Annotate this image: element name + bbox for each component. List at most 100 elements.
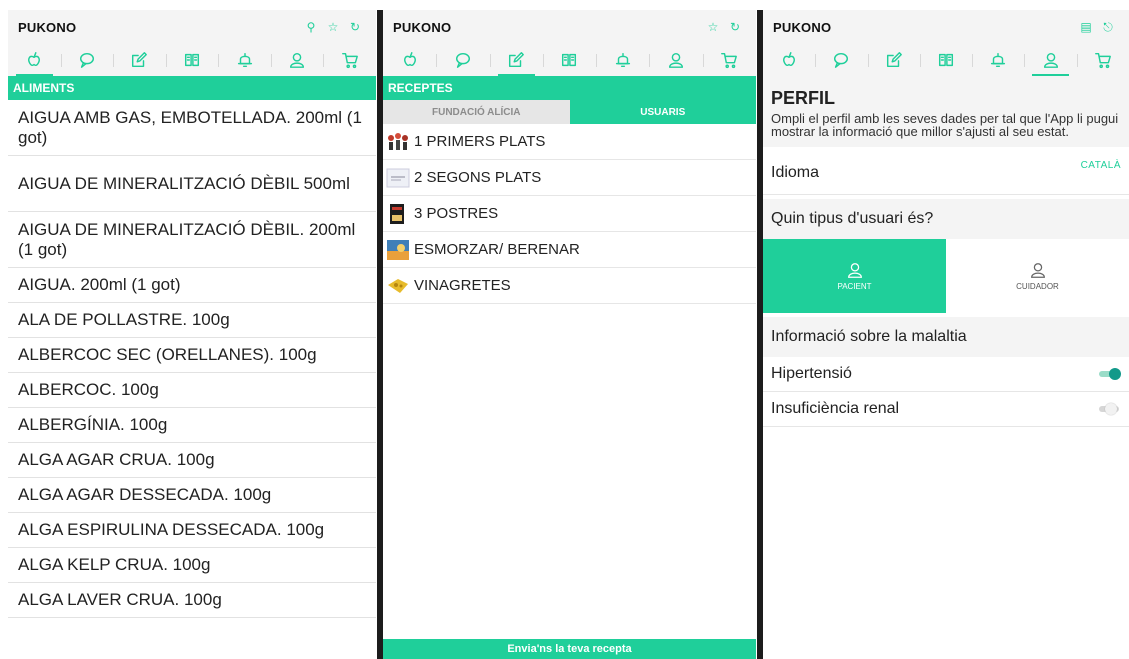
apple-icon xyxy=(783,52,796,67)
edit-icon xyxy=(886,52,902,68)
tab-recipes[interactable] xyxy=(165,44,219,76)
tab-notifications[interactable] xyxy=(596,44,649,76)
bell-icon xyxy=(615,52,630,68)
recipe-list: 1 PRIMERS PLATS 2 SEGONS PLATS 3 POSTRES… xyxy=(383,124,756,304)
page-title: PERFIL xyxy=(771,88,836,108)
recipe-category-desserts[interactable]: 3 POSTRES xyxy=(383,196,756,232)
list-item[interactable]: AIGUA DE MINERALITZACIÓ DÈBIL. 200ml (1 … xyxy=(8,212,376,268)
star-icon[interactable]: ☆ xyxy=(702,20,724,34)
hypertension-toggle[interactable] xyxy=(1099,368,1121,380)
foods-panel: PUKONO ⚲ ☆ ↻ ALIMENTS AIGUA AMB GAS, EMB… xyxy=(8,10,376,659)
book-icon xyxy=(562,53,577,67)
submit-recipe-button[interactable]: Envia'ns la teva recepta xyxy=(383,639,756,659)
tab-edit[interactable] xyxy=(867,44,920,76)
tab-recipes[interactable] xyxy=(542,44,596,76)
recipe-category-vinaigrettes[interactable]: VINAGRETES xyxy=(383,268,756,304)
tab-edit[interactable] xyxy=(113,44,166,76)
apple-icon xyxy=(28,52,41,67)
recipes-section-header: RECEPTES xyxy=(383,76,756,100)
vinaigrette-thumb-icon xyxy=(388,278,408,293)
list-item[interactable]: ALGA LAVER CRUA. 100g xyxy=(8,583,376,618)
dessert-thumb-icon xyxy=(390,203,404,224)
tab-edit[interactable] xyxy=(489,44,543,76)
language-row: Idioma CATALÀ xyxy=(763,152,1129,195)
list-item[interactable]: ALA DE POLLASTRE. 100g xyxy=(8,303,376,338)
tab-profile[interactable] xyxy=(1024,44,1076,76)
list-item[interactable]: ALGA AGAR DESSECADA. 100g xyxy=(8,478,376,513)
condition-row-renal-insufficiency: Insuficiència renal xyxy=(763,392,1129,427)
list-item[interactable]: AIGUA AMB GAS, EMBOTELLADA. 200ml (1 got… xyxy=(8,100,376,156)
tab-cart[interactable] xyxy=(702,44,756,76)
list-item[interactable]: ALGA ESPIRULINA DESSECADA. 100g xyxy=(8,513,376,548)
bell-icon xyxy=(991,52,1006,68)
recipe-category-breakfast[interactable]: ESMORZAR/ BERENAR xyxy=(383,232,756,268)
food-list: AIGUA AMB GAS, EMBOTELLADA. 200ml (1 got… xyxy=(8,100,376,618)
foods-section-header: ALIMENTS xyxy=(8,76,376,100)
tab-cart[interactable] xyxy=(1076,44,1129,76)
user-icon xyxy=(669,52,684,68)
tab-bar xyxy=(763,44,1129,76)
recipe-category-first-courses[interactable]: 1 PRIMERS PLATS xyxy=(383,124,756,160)
chat-bubble-icon xyxy=(79,52,94,68)
cart-icon xyxy=(1094,52,1111,69)
refresh-icon[interactable]: ↻ xyxy=(344,20,366,34)
edit-icon xyxy=(509,52,525,68)
list-item[interactable]: ALBERGÍNIA. 100g xyxy=(8,408,376,443)
recipe-category-label: VINAGRETES xyxy=(414,277,511,294)
list-item[interactable]: AIGUA DE MINERALITZACIÓ DÈBIL 500ml xyxy=(8,156,376,212)
tab-foods[interactable] xyxy=(383,44,436,76)
notes-icon[interactable]: ▤ xyxy=(1075,20,1097,34)
caregiver-option-button[interactable]: CUIDADOR xyxy=(946,239,1129,313)
tab-foods[interactable] xyxy=(8,44,61,76)
list-item[interactable]: ALGA AGAR CRUA. 100g xyxy=(8,443,376,478)
apple-icon xyxy=(403,52,416,67)
tab-chat[interactable] xyxy=(815,44,867,76)
share-icon[interactable]: ⎋ xyxy=(1097,20,1119,35)
list-item[interactable]: ALBERCOC SEC (ORELLANES). 100g xyxy=(8,338,376,373)
user-icon xyxy=(290,52,305,68)
condition-label: Hipertensió xyxy=(771,365,852,382)
recipe-category-label: ESMORZAR/ BERENAR xyxy=(414,241,580,258)
tab-chat[interactable] xyxy=(436,44,489,76)
tab-usuaris[interactable]: USUARIS xyxy=(569,100,756,124)
recipes-panel: PUKONO ☆ ↻ RECEPTES FUNDACIÓ ALÍCIA USUA… xyxy=(383,10,756,659)
profile-panel: PUKONO ▤ ⎋ PERFIL Ompli el perfil amb le… xyxy=(763,10,1129,659)
recipe-category-second-courses[interactable]: 2 SEGONS PLATS xyxy=(383,160,756,196)
document-thumb-icon xyxy=(386,168,410,187)
cart-icon xyxy=(721,52,738,69)
disease-info-header: Informació sobre la malaltia xyxy=(763,317,1129,357)
app-title: PUKONO xyxy=(393,19,452,35)
search-icon[interactable]: ⚲ xyxy=(300,20,322,34)
renal-insufficiency-toggle[interactable] xyxy=(1099,403,1121,415)
recipe-category-label: 1 PRIMERS PLATS xyxy=(414,133,546,150)
list-item[interactable]: ALGA KELP CRUA. 100g xyxy=(8,548,376,583)
tab-profile[interactable] xyxy=(649,44,702,76)
tab-notifications[interactable] xyxy=(972,44,1024,76)
tab-recipes[interactable] xyxy=(919,44,972,76)
tab-chat[interactable] xyxy=(60,44,114,76)
breakfast-thumb-icon xyxy=(387,239,409,260)
tab-fundacio-alicia[interactable]: FUNDACIÓ ALÍCIA xyxy=(383,100,570,124)
top-bar: PUKONO ▤ ⎋ xyxy=(763,10,1129,44)
top-bar: PUKONO ⚲ ☆ ↻ xyxy=(8,10,376,44)
app-title: PUKONO xyxy=(773,19,832,35)
chat-bubble-icon xyxy=(834,52,849,68)
recipe-category-label: 3 POSTRES xyxy=(414,205,499,222)
caregiver-option-label: CUIDADOR xyxy=(1016,282,1059,291)
user-icon xyxy=(847,263,862,278)
tab-notifications[interactable] xyxy=(218,44,271,76)
list-item[interactable]: ALBERCOC. 100g xyxy=(8,373,376,408)
star-icon[interactable]: ☆ xyxy=(322,20,344,34)
tab-cart[interactable] xyxy=(323,44,376,76)
tab-bar xyxy=(8,44,376,76)
book-icon xyxy=(184,53,200,67)
refresh-icon[interactable]: ↻ xyxy=(724,20,746,34)
profile-description: Ompli el perfil amb les seves dades per … xyxy=(771,111,1119,139)
user-icon xyxy=(1043,52,1058,68)
recipe-source-tabs: FUNDACIÓ ALÍCIA USUARIS xyxy=(383,100,756,124)
list-item[interactable]: AIGUA. 200ml (1 got) xyxy=(8,268,376,303)
tab-profile[interactable] xyxy=(270,44,324,76)
language-select[interactable]: CATALÀ xyxy=(1081,160,1121,171)
patient-option-button[interactable]: PACIENT xyxy=(763,239,946,313)
tab-foods[interactable] xyxy=(763,44,815,76)
